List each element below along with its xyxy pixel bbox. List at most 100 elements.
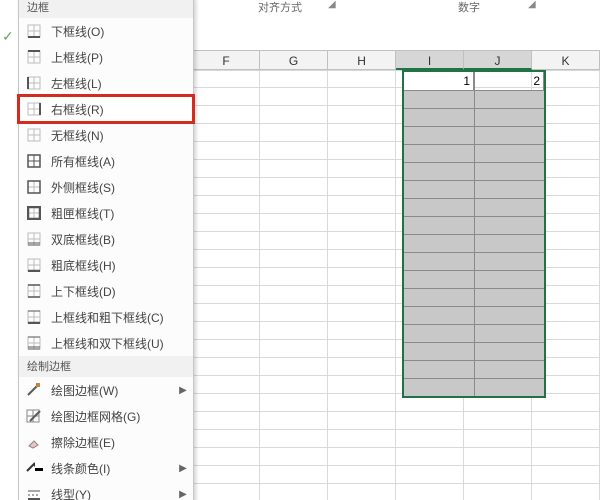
cell[interactable] bbox=[464, 160, 532, 178]
cell[interactable] bbox=[192, 448, 260, 466]
cell[interactable] bbox=[464, 304, 532, 322]
cell[interactable] bbox=[396, 160, 464, 178]
cell[interactable] bbox=[328, 394, 396, 412]
column-header-j[interactable]: J bbox=[464, 50, 532, 70]
cell[interactable] bbox=[260, 358, 328, 376]
menu-item-erase[interactable]: 擦除边框(E) bbox=[19, 429, 193, 455]
cell[interactable] bbox=[464, 322, 532, 340]
column-header-f[interactable]: F bbox=[192, 50, 260, 70]
menu-item-top[interactable]: 上框线(P) bbox=[19, 44, 193, 70]
cell[interactable] bbox=[192, 142, 260, 160]
cell[interactable] bbox=[192, 412, 260, 430]
cell[interactable] bbox=[260, 412, 328, 430]
cell[interactable] bbox=[328, 142, 396, 160]
cell[interactable] bbox=[532, 88, 600, 106]
cell[interactable] bbox=[396, 196, 464, 214]
cell[interactable] bbox=[260, 376, 328, 394]
cell[interactable] bbox=[192, 196, 260, 214]
cell[interactable] bbox=[532, 214, 600, 232]
cell[interactable] bbox=[260, 448, 328, 466]
cell[interactable] bbox=[464, 376, 532, 394]
cell[interactable] bbox=[328, 124, 396, 142]
cell[interactable] bbox=[464, 358, 532, 376]
cell[interactable] bbox=[260, 268, 328, 286]
cell[interactable] bbox=[192, 394, 260, 412]
cell[interactable] bbox=[192, 214, 260, 232]
cell[interactable] bbox=[192, 466, 260, 484]
cell[interactable] bbox=[532, 394, 600, 412]
cell[interactable] bbox=[464, 412, 532, 430]
cell[interactable] bbox=[396, 430, 464, 448]
cell[interactable] bbox=[532, 484, 600, 500]
cell[interactable] bbox=[260, 196, 328, 214]
cell[interactable] bbox=[328, 232, 396, 250]
cell[interactable] bbox=[464, 214, 532, 232]
cell[interactable] bbox=[328, 286, 396, 304]
cell[interactable] bbox=[464, 106, 532, 124]
cell[interactable] bbox=[192, 88, 260, 106]
cell[interactable] bbox=[260, 466, 328, 484]
cell[interactable] bbox=[396, 124, 464, 142]
cell[interactable] bbox=[532, 376, 600, 394]
cell[interactable] bbox=[396, 88, 464, 106]
cell[interactable] bbox=[396, 286, 464, 304]
cell[interactable] bbox=[396, 250, 464, 268]
cell[interactable] bbox=[532, 304, 600, 322]
cell[interactable] bbox=[532, 196, 600, 214]
cell[interactable] bbox=[396, 484, 464, 500]
cell[interactable] bbox=[192, 430, 260, 448]
cell[interactable] bbox=[192, 124, 260, 142]
cell[interactable] bbox=[192, 376, 260, 394]
cell[interactable] bbox=[532, 286, 600, 304]
menu-item-topbottom[interactable]: 上下框线(D) bbox=[19, 278, 193, 304]
cell[interactable] bbox=[328, 304, 396, 322]
cell[interactable] bbox=[260, 178, 328, 196]
cell[interactable] bbox=[328, 178, 396, 196]
cell[interactable] bbox=[464, 232, 532, 250]
cell[interactable] bbox=[328, 484, 396, 500]
dialog-launcher-icon[interactable]: ◢ bbox=[328, 0, 338, 9]
cell[interactable] bbox=[532, 322, 600, 340]
cell[interactable] bbox=[464, 268, 532, 286]
menu-item-right[interactable]: 右框线(R) bbox=[19, 96, 193, 122]
cell[interactable] bbox=[260, 484, 328, 500]
cell[interactable] bbox=[260, 106, 328, 124]
cell[interactable] bbox=[464, 448, 532, 466]
cell[interactable] bbox=[532, 340, 600, 358]
menu-item-left[interactable]: 左框线(L) bbox=[19, 70, 193, 96]
cell[interactable] bbox=[396, 466, 464, 484]
menu-item-all[interactable]: 所有框线(A) bbox=[19, 148, 193, 174]
cell[interactable] bbox=[464, 250, 532, 268]
cell[interactable] bbox=[192, 268, 260, 286]
cell[interactable] bbox=[396, 358, 464, 376]
spreadsheet[interactable]: FGHIJK 1 2 bbox=[192, 50, 600, 500]
cell[interactable] bbox=[464, 484, 532, 500]
cell[interactable] bbox=[260, 286, 328, 304]
cell[interactable] bbox=[396, 142, 464, 160]
cell[interactable] bbox=[532, 232, 600, 250]
cell[interactable] bbox=[532, 466, 600, 484]
cell[interactable] bbox=[328, 196, 396, 214]
cell[interactable] bbox=[260, 214, 328, 232]
cell[interactable] bbox=[328, 358, 396, 376]
cell[interactable] bbox=[532, 70, 600, 88]
cell[interactable] bbox=[532, 268, 600, 286]
cell[interactable] bbox=[464, 142, 532, 160]
menu-item-thick[interactable]: 粗匣框线(T) bbox=[19, 200, 193, 226]
cell[interactable] bbox=[328, 376, 396, 394]
cell[interactable] bbox=[192, 250, 260, 268]
cell[interactable] bbox=[396, 304, 464, 322]
cell[interactable] bbox=[464, 178, 532, 196]
cell[interactable] bbox=[464, 394, 532, 412]
cell[interactable] bbox=[192, 340, 260, 358]
cell[interactable] bbox=[532, 448, 600, 466]
cell[interactable] bbox=[192, 178, 260, 196]
cell[interactable] bbox=[396, 394, 464, 412]
cell[interactable] bbox=[396, 412, 464, 430]
checkmark-icon[interactable]: ✓ bbox=[2, 28, 14, 45]
cell[interactable] bbox=[260, 124, 328, 142]
cell[interactable] bbox=[192, 322, 260, 340]
cell[interactable] bbox=[396, 268, 464, 286]
cell[interactable] bbox=[396, 106, 464, 124]
cell[interactable] bbox=[328, 88, 396, 106]
